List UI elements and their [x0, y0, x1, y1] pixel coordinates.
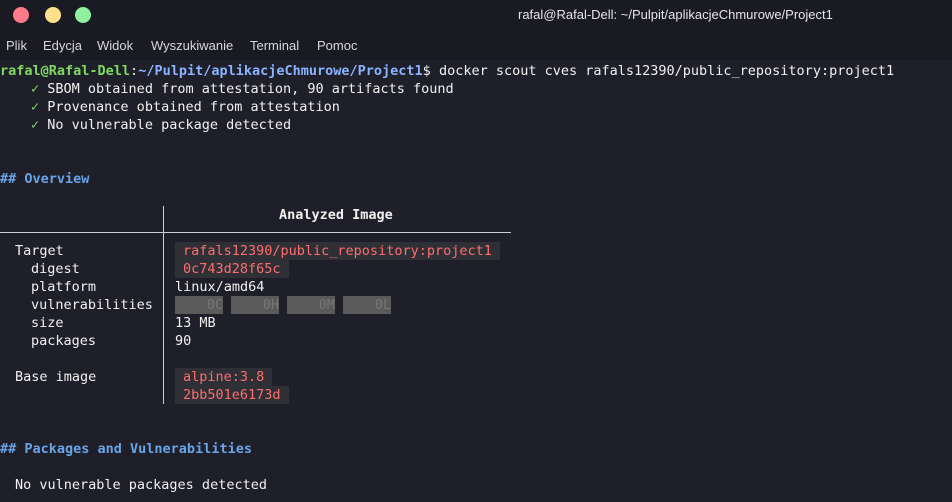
- check-icon: ✓: [31, 99, 40, 115]
- window-title: rafal@Rafal-Dell: ~/Pulpit/aplikacjeChmu…: [518, 7, 833, 22]
- digest-label: digest: [31, 261, 80, 277]
- platform-value: linux/amd64: [175, 279, 265, 295]
- prompt-line: rafal@Rafal-Dell:~/Pulpit/aplikacjeChmur…: [0, 62, 894, 80]
- vuln-low-badge: 0L: [343, 296, 391, 314]
- no-vulnerable-packages-text: No vulnerable packages detected: [15, 477, 267, 493]
- status-text: No vulnerable package detected: [47, 117, 292, 133]
- menu-edycja[interactable]: Edycja: [43, 38, 82, 53]
- table-divider-vertical: [163, 206, 164, 404]
- maximize-window-button[interactable]: [75, 7, 91, 23]
- menu-terminal[interactable]: Terminal: [250, 38, 299, 53]
- table-divider-horizontal: [0, 232, 511, 233]
- vulnerabilities-label: vulnerabilities: [31, 297, 153, 313]
- menu-plik[interactable]: Plik: [6, 38, 27, 53]
- status-text: SBOM obtained from attestation, 90 artif…: [47, 81, 454, 97]
- status-line: ✓ SBOM obtained from attestation, 90 art…: [31, 80, 454, 98]
- window-titlebar: rafal@Rafal-Dell: ~/Pulpit/aplikacjeChmu…: [0, 0, 952, 32]
- prompt-command: docker scout cves rafals12390/public_rep…: [430, 63, 895, 79]
- status-line: ✓ Provenance obtained from attestation: [31, 98, 340, 116]
- menu-bar: Plik Edycja Widok Wyszukiwanie Terminal …: [0, 32, 952, 60]
- target-label: Target: [15, 243, 64, 259]
- prompt-dollar: $: [422, 63, 431, 79]
- menu-widok[interactable]: Widok: [97, 38, 133, 53]
- prompt-separator: :: [130, 63, 139, 79]
- prompt-user: rafal@Rafal-Dell: [0, 63, 131, 79]
- close-window-button[interactable]: [13, 7, 29, 23]
- base-image-label: Base image: [15, 369, 97, 385]
- vuln-critical-badge: 0C: [175, 296, 223, 314]
- analyzed-image-header: Analyzed Image: [279, 207, 393, 223]
- status-text: Provenance obtained from attestation: [47, 99, 340, 115]
- packages-value: 90: [175, 333, 192, 349]
- prompt-path: ~/Pulpit/aplikacjeChmurowe/Project1: [138, 63, 423, 79]
- base-image-digest: 2bb501e6173d: [175, 386, 289, 404]
- digest-value: 0c743d28f65c: [175, 260, 289, 278]
- status-line: ✓ No vulnerable package detected: [31, 116, 291, 134]
- size-label: size: [31, 315, 64, 331]
- minimize-window-button[interactable]: [45, 7, 61, 23]
- vuln-medium-badge: 0M: [287, 296, 335, 314]
- menu-pomoc[interactable]: Pomoc: [317, 38, 357, 53]
- vuln-high-badge: 0H: [231, 296, 279, 314]
- platform-label: platform: [31, 279, 97, 295]
- size-value: 13 MB: [175, 315, 216, 331]
- packages-heading: ## Packages and Vulnerabilities: [0, 441, 252, 457]
- packages-label: packages: [31, 333, 97, 349]
- terminal-area[interactable]: rafal@Rafal-Dell:~/Pulpit/aplikacjeChmur…: [0, 60, 952, 502]
- check-icon: ✓: [31, 117, 40, 133]
- target-value: rafals12390/public_repository:project1: [175, 242, 500, 260]
- base-image-value: alpine:3.8: [175, 368, 273, 386]
- overview-heading: ## Overview: [0, 171, 90, 187]
- menu-wyszukiwanie[interactable]: Wyszukiwanie: [151, 38, 233, 53]
- check-icon: ✓: [31, 81, 40, 97]
